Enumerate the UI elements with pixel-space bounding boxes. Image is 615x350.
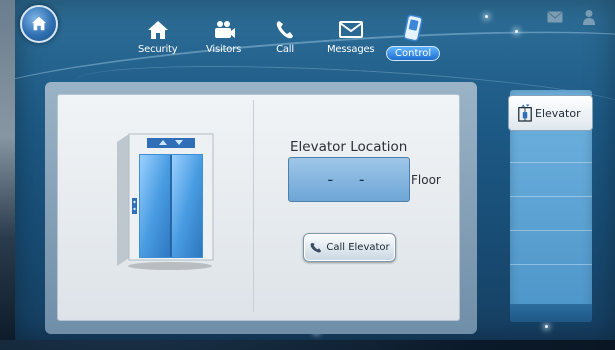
sparkle — [515, 30, 518, 33]
elevator-icon — [518, 104, 532, 122]
nav-control-label: Control — [386, 46, 441, 61]
elevator-illustration — [117, 133, 214, 270]
home-icon — [31, 16, 47, 31]
home-button[interactable] — [20, 5, 58, 43]
sparkle — [485, 15, 488, 18]
nav-messages-label: Messages — [327, 44, 375, 55]
elevator-location-display: - - — [288, 157, 410, 202]
envelope-icon — [338, 21, 363, 38]
floor-label: Floor — [411, 173, 441, 187]
side-tab-elevator[interactable]: Elevator — [508, 95, 593, 131]
mail-status-icon[interactable] — [547, 11, 563, 23]
remote-control-icon — [403, 14, 423, 42]
side-panel-divider — [510, 264, 592, 265]
user-icon[interactable] — [582, 9, 596, 25]
elevator-location-title: Elevator Location — [290, 139, 408, 155]
side-panel-divider — [510, 162, 592, 163]
left-edge-strip — [0, 0, 15, 340]
call-elevator-label: Call Elevator — [326, 242, 390, 253]
card-divider — [253, 100, 254, 312]
nav-visitors[interactable]: Visitors — [206, 18, 241, 55]
nav-security[interactable]: Security — [138, 18, 178, 55]
nav-visitors-label: Visitors — [206, 44, 242, 55]
side-panel-divider — [510, 230, 592, 231]
side-panel-divider — [510, 196, 592, 197]
sparkle — [545, 325, 548, 328]
call-handset-icon — [310, 242, 322, 253]
house-icon — [147, 21, 168, 39]
phone-icon — [276, 21, 293, 39]
nav-call-label: Call — [276, 44, 294, 55]
nav-control[interactable]: Control — [386, 14, 441, 61]
call-elevator-button[interactable]: Call Elevator — [303, 233, 396, 262]
side-panel-footer — [510, 304, 592, 322]
camera-icon — [214, 21, 235, 38]
nav-call[interactable]: Call — [272, 18, 298, 55]
side-tab-elevator-label: Elevator — [535, 106, 581, 120]
nav-security-label: Security — [138, 44, 178, 55]
nav-messages[interactable]: Messages — [327, 18, 375, 55]
